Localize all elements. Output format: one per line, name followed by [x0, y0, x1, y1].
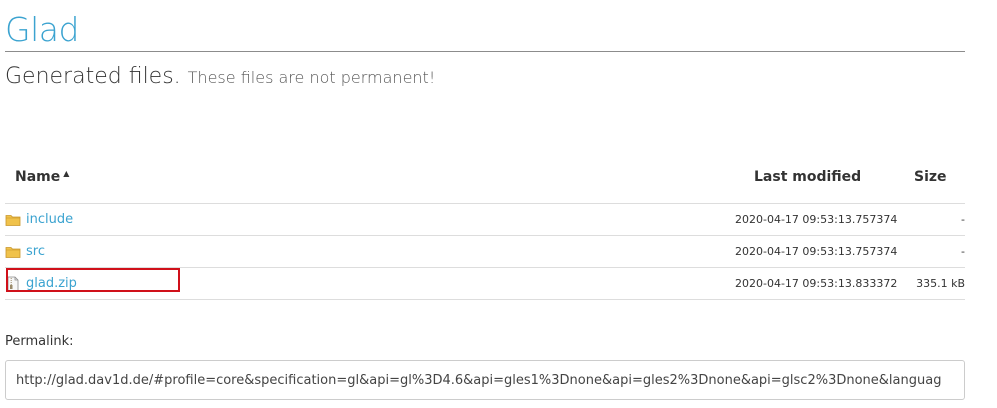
- row-size: -: [961, 213, 965, 226]
- row-name-cell: glad.zip: [5, 268, 77, 299]
- table-row-glad-zip: glad.zip 2020-04-17 09:53:13.833372 335.…: [5, 268, 965, 300]
- sort-ascending-icon: ▲: [63, 169, 70, 178]
- folder-icon: [5, 214, 21, 226]
- column-header-name-label: Name: [15, 169, 61, 185]
- table-row-src: src 2020-04-17 09:53:13.757374 -: [5, 236, 965, 268]
- subtitle-main: Generated files.: [5, 64, 181, 89]
- title-divider: [5, 51, 965, 52]
- page-subtitle: Generated files. These files are not per…: [5, 62, 435, 93]
- row-name-cell: src: [5, 236, 45, 267]
- row-name-cell: include: [5, 204, 73, 235]
- table-header: Name ▲ Last modified Size: [5, 157, 965, 204]
- folder-icon: [5, 246, 21, 258]
- row-modified: 2020-04-17 09:53:13.757374: [735, 213, 898, 226]
- column-header-name[interactable]: Name ▲: [15, 169, 69, 185]
- folder-link-include[interactable]: include: [26, 212, 73, 227]
- file-table: Name ▲ Last modified Size include 2020-04…: [5, 157, 965, 300]
- site-title-link[interactable]: Glad: [5, 8, 79, 52]
- column-header-last-modified[interactable]: Last modified: [754, 169, 861, 185]
- permalink-input[interactable]: [5, 360, 965, 400]
- row-size: -: [961, 245, 965, 258]
- folder-link-src[interactable]: src: [26, 244, 45, 259]
- zip-file-icon: [7, 276, 19, 291]
- permalink-label: Permalink:: [5, 334, 74, 349]
- column-header-size[interactable]: Size: [914, 169, 947, 185]
- row-modified: 2020-04-17 09:53:13.833372: [735, 277, 898, 290]
- file-link-glad-zip[interactable]: glad.zip: [26, 276, 77, 291]
- subtitle-note: These files are not permanent!: [187, 68, 436, 87]
- row-size: 335.1 kB: [916, 277, 965, 290]
- row-modified: 2020-04-17 09:53:13.757374: [735, 245, 898, 258]
- table-row-include: include 2020-04-17 09:53:13.757374 -: [5, 204, 965, 236]
